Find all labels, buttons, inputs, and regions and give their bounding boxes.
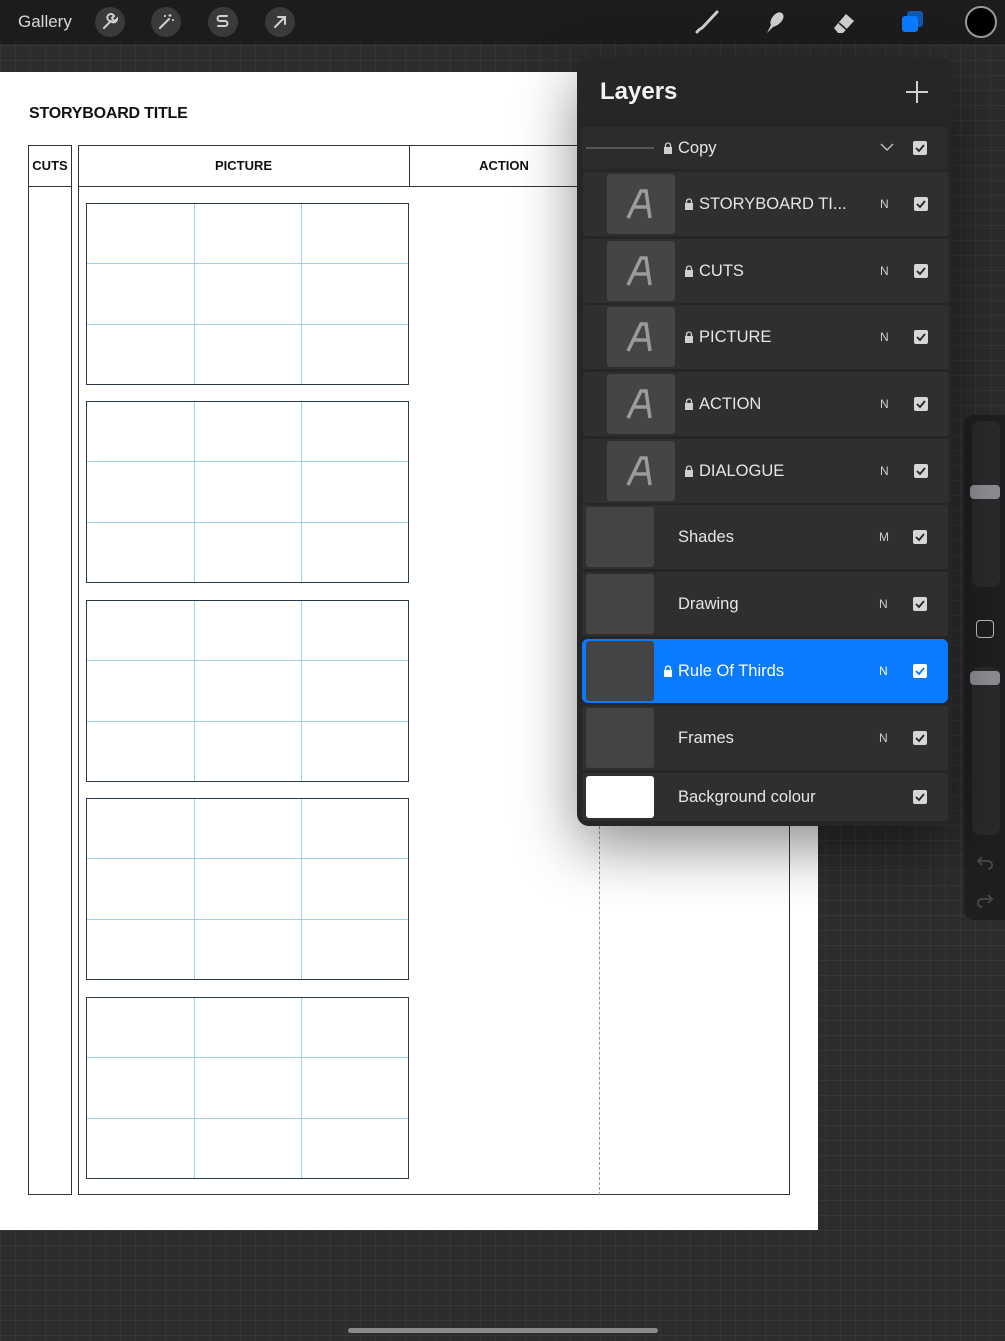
layer-thumbnail [586, 641, 654, 701]
blend-mode[interactable]: N [880, 239, 889, 303]
layer-name: Frames [678, 729, 734, 747]
lock-icon [685, 198, 693, 210]
visibility-checkbox[interactable] [913, 664, 927, 678]
layer-row-dialogue[interactable]: DIALOGUE N [583, 439, 949, 503]
visibility-checkbox[interactable] [914, 197, 928, 211]
lock-icon [664, 665, 672, 677]
color-picker-button[interactable] [965, 6, 997, 38]
visibility-checkbox[interactable] [913, 597, 927, 611]
layer-name: Background colour [678, 788, 816, 806]
visibility-checkbox[interactable] [914, 397, 928, 411]
opacity-slider[interactable] [972, 667, 1000, 835]
text-layer-thumbnail [607, 241, 675, 301]
opacity-handle[interactable] [970, 671, 1000, 685]
brush-icon[interactable] [691, 6, 723, 38]
layer-name: STORYBOARD TI... [699, 195, 847, 213]
layer-name: PICTURE [699, 328, 772, 346]
blend-mode[interactable]: N [879, 706, 888, 770]
lock-icon [685, 398, 693, 410]
layer-group-copy[interactable]: Copy [582, 127, 948, 169]
add-layer-button[interactable] [906, 81, 928, 103]
blend-mode[interactable]: N [880, 439, 889, 503]
transform-arrow-icon[interactable] [265, 7, 295, 37]
layer-row-cuts[interactable]: CUTS N [583, 239, 949, 303]
chevron-down-icon[interactable] [879, 140, 895, 154]
storyboard-frame [86, 401, 409, 583]
blend-mode[interactable]: N [880, 305, 889, 369]
layer-name: Shades [678, 528, 734, 546]
text-layer-thumbnail [607, 174, 675, 234]
layers-panel-title: Layers [600, 78, 678, 105]
lock-icon [685, 331, 693, 343]
text-layer-thumbnail [607, 374, 675, 434]
layer-row-action[interactable]: ACTION N [583, 372, 949, 436]
visibility-checkbox[interactable] [913, 790, 927, 804]
layer-row-rule-of-thirds[interactable]: Rule Of Thirds N [582, 639, 948, 703]
layer-thumbnail [586, 507, 654, 567]
cuts-column [28, 145, 72, 1195]
visibility-checkbox[interactable] [913, 731, 927, 745]
picture-header: PICTURE [78, 145, 409, 187]
storyboard-frame [86, 997, 409, 1179]
visibility-checkbox[interactable] [913, 141, 927, 155]
cuts-header: CUTS [28, 145, 72, 187]
storyboard-frame [86, 600, 409, 782]
layer-row-shades[interactable]: Shades M [582, 505, 948, 569]
text-layer-thumbnail [607, 441, 675, 501]
storyboard-frame [86, 798, 409, 980]
brush-size-slider[interactable] [972, 421, 1000, 587]
layer-name: Drawing [678, 595, 739, 613]
text-layer-thumbnail [607, 307, 675, 367]
wrench-icon[interactable] [95, 7, 125, 37]
modify-button[interactable] [976, 620, 994, 638]
layer-row-frames[interactable]: Frames N [582, 706, 948, 770]
layer-name: CUTS [699, 262, 744, 280]
selection-s-icon[interactable] [208, 7, 238, 37]
blend-mode[interactable]: N [879, 572, 888, 636]
layer-name: ACTION [699, 395, 762, 413]
magic-wand-icon[interactable] [151, 7, 181, 37]
layer-name: DIALOGUE [699, 462, 785, 480]
blend-mode[interactable]: N [880, 372, 889, 436]
gallery-button[interactable]: Gallery [18, 11, 72, 33]
storyboard-title: STORYBOARD TITLE [29, 105, 188, 122]
blend-mode[interactable]: M [879, 505, 889, 569]
side-toolbar [964, 415, 1005, 920]
visibility-checkbox[interactable] [914, 464, 928, 478]
layer-thumbnail [586, 574, 654, 634]
layers-panel: Layers Copy STORYBOARD TI... N CUTS N PI… [577, 58, 952, 826]
layer-name: Rule Of Thirds [678, 662, 785, 680]
group-thumbnail [586, 147, 654, 149]
eraser-icon[interactable] [828, 6, 860, 38]
visibility-checkbox[interactable] [914, 264, 928, 278]
brush-size-handle[interactable] [970, 485, 1000, 499]
blend-mode[interactable]: N [879, 639, 888, 703]
home-indicator[interactable] [348, 1328, 658, 1333]
top-toolbar: Gallery [0, 0, 1005, 44]
smudge-icon[interactable] [759, 6, 791, 38]
redo-icon[interactable] [976, 891, 994, 909]
layer-row-storyboard-title[interactable]: STORYBOARD TI... N [583, 172, 949, 236]
blend-mode[interactable]: N [880, 172, 889, 236]
background-colour-swatch[interactable] [586, 776, 654, 818]
layer-name: Copy [678, 139, 717, 157]
layer-row-drawing[interactable]: Drawing N [582, 572, 948, 636]
layer-row-picture[interactable]: PICTURE N [583, 305, 949, 369]
layer-row-background-colour[interactable]: Background colour [582, 773, 948, 821]
action-header: ACTION [409, 145, 599, 187]
storyboard-frame [86, 203, 409, 385]
lock-icon [685, 265, 693, 277]
visibility-checkbox[interactable] [914, 330, 928, 344]
undo-icon[interactable] [976, 853, 994, 871]
layer-thumbnail [586, 708, 654, 768]
visibility-checkbox[interactable] [913, 530, 927, 544]
lock-icon [685, 465, 693, 477]
lock-icon [664, 142, 672, 154]
layers-icon[interactable] [896, 6, 928, 38]
